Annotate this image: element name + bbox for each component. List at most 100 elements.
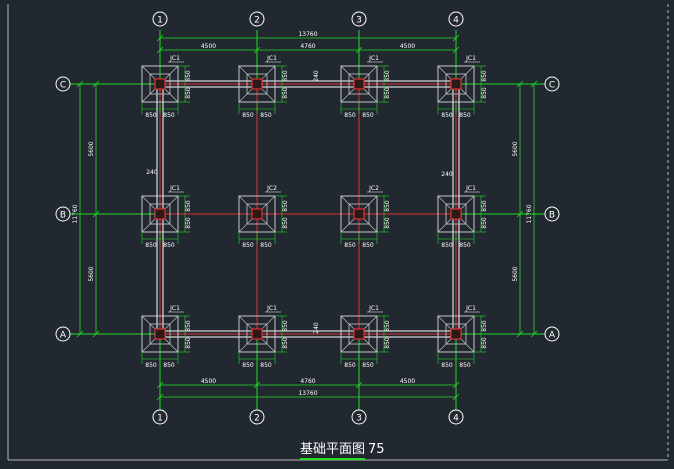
axis-bubble-left-B: B — [55, 206, 71, 222]
axis-bubble-right-A: A — [544, 326, 560, 342]
beam-width-bottom: 240 — [313, 322, 320, 334]
axis-bubble-label: 3 — [356, 16, 362, 26]
footing-vdim-top: 850 — [282, 70, 289, 82]
axis-bubble-bottom-3: 3 — [351, 409, 367, 425]
drawing-title: 基础平面图 — [300, 442, 366, 460]
footing-label: JC1 — [465, 55, 476, 62]
bottom-total-dim-value: 13760 — [298, 390, 317, 397]
footing-vdim-bottom: 850 — [185, 87, 192, 99]
top-span-dim-span-1: 4500 — [201, 43, 216, 50]
drawing-frame — [7, 4, 669, 461]
drawing-title-block: 基础平面图 75 — [300, 438, 385, 460]
footing-vdim-top: 850 — [282, 320, 289, 332]
footing-dim-right: 850 — [362, 112, 374, 119]
top-total-dim-value: 13760 — [298, 31, 317, 38]
footing-vdim-bottom: 850 — [282, 337, 289, 349]
axis-bubble-right-B: B — [544, 206, 560, 222]
column — [353, 328, 365, 340]
footing-dim-right: 850 — [163, 362, 175, 369]
footing-1B: JC1 850 850 850 850 — [141, 185, 192, 249]
axis-bubble-label: B — [549, 211, 555, 221]
axis-bubble-label: A — [549, 331, 556, 341]
bottom-span-dim-span-1: 4500 — [201, 378, 216, 385]
axis-bubble-right-C: C — [544, 76, 560, 92]
footing-dim-left: 850 — [441, 112, 453, 119]
axis-bubble-top-2: 2 — [249, 11, 265, 27]
footing-vdim-top: 850 — [185, 320, 192, 332]
footing-dim-right: 850 — [459, 362, 471, 369]
footing-dim-right: 850 — [163, 242, 175, 249]
column — [154, 208, 166, 220]
footing-dim-left: 850 — [441, 362, 453, 369]
footing-dim-left: 850 — [344, 112, 356, 119]
footing-dim-left: 850 — [242, 362, 254, 369]
top-span-dim-span-3: 4500 — [400, 43, 415, 50]
beam-width-top: 240 — [313, 70, 320, 82]
right-span-dim-span-1: 5600 — [512, 141, 519, 156]
footing-vdim-top: 850 — [481, 200, 488, 212]
axis-bubble-label: 1 — [157, 16, 163, 26]
beam-width-left: 240 — [146, 169, 158, 176]
axis-bubble-label: 3 — [356, 414, 362, 424]
axis-bubble-label: 2 — [254, 16, 260, 26]
footing-2B: JC2 850 850 850 850 — [238, 185, 289, 249]
footing-dim-right: 850 — [362, 362, 374, 369]
footing-vdim-top: 850 — [384, 320, 391, 332]
foundation-plan-drawing: 137604500 4760 45004500 4760 450013760117605… — [7, 4, 669, 461]
axis-bubble-label: 4 — [453, 16, 459, 26]
footing-4B: JC1 850 850 850 850 — [437, 185, 488, 249]
bottom-span-dim-span-2: 4760 — [300, 378, 315, 385]
footing-vdim-bottom: 850 — [481, 217, 488, 229]
footing-dim-left: 850 — [441, 242, 453, 249]
column — [154, 78, 166, 90]
axis-bubble-label: C — [60, 81, 66, 91]
footing-label: JC1 — [465, 185, 476, 192]
footing-dim-right: 850 — [459, 242, 471, 249]
column — [450, 208, 462, 220]
footing-dim-left: 850 — [145, 112, 157, 119]
axis-bubble-bottom-1: 1 — [152, 409, 168, 425]
footing-vdim-top: 850 — [481, 320, 488, 332]
footing-vdim-top: 850 — [384, 200, 391, 212]
footing-vdim-top: 850 — [185, 70, 192, 82]
footing-label: JC1 — [169, 185, 180, 192]
axis-bubble-label: 1 — [157, 414, 163, 424]
footing-label: JC1 — [465, 305, 476, 312]
left-span-dim-span-2: 5600 — [88, 266, 95, 281]
footing-dim-right: 850 — [260, 362, 272, 369]
footing-vdim-top: 850 — [481, 70, 488, 82]
axis-bubble-label: A — [60, 331, 67, 341]
footing-dim-right: 850 — [260, 112, 272, 119]
footing-3B: JC2 850 850 850 850 — [340, 185, 391, 249]
footing-label: JC1 — [368, 55, 379, 62]
column — [154, 328, 166, 340]
footing-vdim-bottom: 850 — [384, 217, 391, 229]
beam-width-right: 240 — [441, 171, 453, 178]
column — [450, 78, 462, 90]
footing-vdim-bottom: 850 — [185, 217, 192, 229]
column — [251, 78, 263, 90]
footing-dim-right: 850 — [362, 242, 374, 249]
ground-beams — [156, 80, 460, 338]
footing-dim-left: 850 — [145, 242, 157, 249]
footing-vdim-top: 850 — [282, 200, 289, 212]
footing-dim-left: 850 — [344, 362, 356, 369]
right-span-dim-span-2: 5600 — [512, 266, 519, 281]
axis-bubble-label: 2 — [254, 414, 260, 424]
footing-vdim-bottom: 850 — [282, 217, 289, 229]
axis-bubble-top-3: 3 — [351, 11, 367, 27]
footing-label: JC1 — [169, 305, 180, 312]
footing-vdim-bottom: 850 — [384, 87, 391, 99]
column — [353, 208, 365, 220]
axis-bubble-bottom-2: 2 — [249, 409, 265, 425]
footing-vdim-bottom: 850 — [384, 337, 391, 349]
column — [251, 328, 263, 340]
footing-dim-left: 850 — [145, 362, 157, 369]
drawing-number: 75 — [368, 442, 385, 457]
top-span-dim-span-2: 4760 — [300, 43, 315, 50]
axis-bubble-left-A: A — [55, 326, 71, 342]
axis-bubble-top-1: 1 — [152, 11, 168, 27]
footing-label: JC2 — [368, 185, 379, 192]
axis-bubble-label: B — [60, 211, 66, 221]
axis-bubble-label: 4 — [453, 414, 459, 424]
